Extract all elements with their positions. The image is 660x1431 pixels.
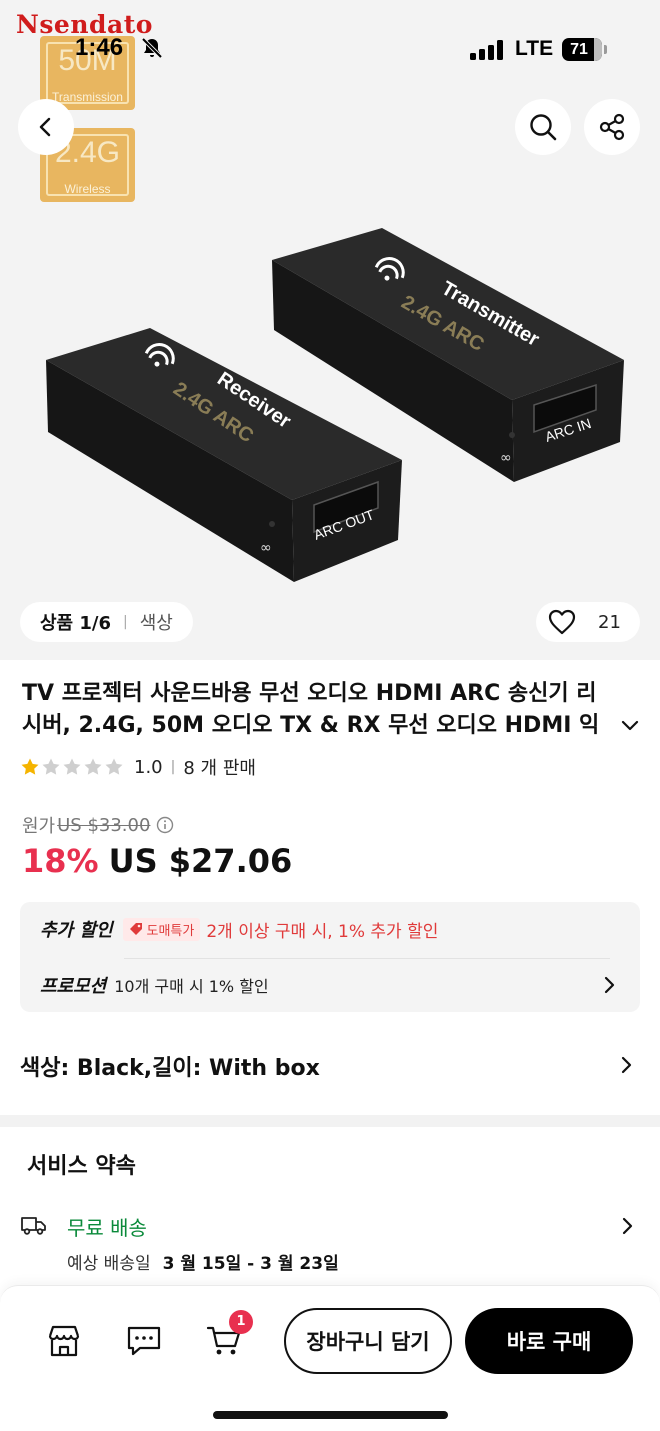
- star-icon: [105, 758, 123, 775]
- variant-chevron[interactable]: [619, 1056, 633, 1078]
- battery-icon: 71: [562, 38, 602, 61]
- chevron-right-icon: [604, 976, 615, 994]
- extra-discount-row: 추가 할인 도매특가 2개 이상 구매 시, 1% 추가 할인: [40, 916, 438, 942]
- wholesale-tag: 도매특가: [122, 917, 201, 941]
- wishlist-button[interactable]: 21: [536, 602, 640, 642]
- svg-text:∞: ∞: [260, 540, 272, 556]
- chevron-down-icon: [621, 720, 639, 731]
- search-icon: [530, 114, 557, 141]
- promo-divider: [124, 958, 610, 959]
- store-button[interactable]: [46, 1324, 82, 1362]
- star-icon: [63, 758, 81, 775]
- add-to-cart-button[interactable]: 장바구니 담기: [284, 1308, 452, 1374]
- free-shipping-label[interactable]: 무료 배송: [67, 1212, 147, 1241]
- info-icon[interactable]: [156, 816, 174, 834]
- home-indicator[interactable]: [213, 1411, 448, 1419]
- delivery-dates: 3 월 15일 - 3 월 23일: [162, 1254, 339, 1274]
- store-icon: [48, 1325, 80, 1357]
- search-button[interactable]: [515, 99, 571, 155]
- battery-cap: [604, 45, 607, 54]
- status-time: 1:46: [75, 34, 124, 61]
- promotion-text: 10개 구매 시 1% 할인: [114, 977, 269, 996]
- rating-value: 1.0: [134, 756, 163, 778]
- truck-icon: [20, 1213, 48, 1241]
- promotion-row[interactable]: 프로모션 10개 구매 시 1% 할인: [40, 972, 269, 998]
- extra-discount-label: 추가 할인: [40, 920, 113, 941]
- original-price-label: 원가: [22, 816, 56, 837]
- original-price-row: 원가 US $33.00: [22, 812, 174, 838]
- expand-title-button[interactable]: [620, 715, 640, 739]
- receiver-device-image: Receiver 2.4G ARC ARC OUT ∞: [46, 328, 402, 582]
- section-divider: [0, 1115, 660, 1127]
- heart-icon: [548, 609, 576, 635]
- star-icon: [84, 758, 102, 775]
- chevron-left-icon: [39, 117, 51, 137]
- rating-row[interactable]: 1.0 | 8 개 판매: [20, 754, 256, 780]
- signal-icon: [470, 40, 504, 64]
- promotion-chevron[interactable]: [602, 976, 616, 998]
- chat-icon: [127, 1326, 161, 1356]
- price-row: 18% US $27.06: [22, 842, 292, 880]
- pill-divider: |: [123, 614, 128, 630]
- cart-count-badge: 1: [229, 1310, 253, 1334]
- star-rating: [20, 757, 124, 777]
- image-counter: 상품 1/6: [40, 613, 112, 634]
- delivery-label: 예상 배송일: [67, 1254, 151, 1274]
- sold-count: 8 개 판매: [183, 758, 256, 779]
- promotion-box[interactable]: 추가 할인 도매특가 2개 이상 구매 시, 1% 추가 할인 프로모션 10개…: [20, 902, 640, 1012]
- image-tab-color[interactable]: 색상: [140, 609, 173, 635]
- share-icon: [599, 113, 625, 141]
- extra-discount-text: 2개 이상 구매 시, 1% 추가 할인: [206, 921, 439, 942]
- battery-level: 71: [570, 41, 588, 58]
- delivery-estimate: 예상 배송일 3 월 15일 - 3 월 23일: [67, 1249, 339, 1274]
- chevron-right-icon: [622, 1217, 633, 1235]
- bell-slash-icon: [140, 36, 164, 64]
- wholesale-tag-label: 도매특가: [146, 923, 195, 939]
- shipping-chevron[interactable]: [620, 1217, 634, 1239]
- product-image-gallery[interactable]: Nsendato 50M Transmission 2.4G Wireless …: [0, 0, 660, 660]
- discount-percent: 18%: [22, 842, 99, 880]
- wishlist-count: 21: [598, 611, 621, 633]
- back-button[interactable]: [18, 99, 74, 155]
- star-icon: [42, 758, 60, 775]
- chat-button[interactable]: [126, 1324, 162, 1362]
- star-icon: [21, 758, 39, 775]
- tag-icon: [129, 923, 142, 935]
- bottom-action-bar: 1 장바구니 담기 바로 구매: [0, 1285, 660, 1431]
- service-title: 서비스 약속: [27, 1154, 136, 1179]
- buy-now-button[interactable]: 바로 구매: [465, 1308, 633, 1374]
- svg-text:∞: ∞: [500, 450, 512, 466]
- chevron-right-icon: [621, 1056, 632, 1074]
- current-price: US $27.06: [108, 842, 293, 880]
- image-counter-pill[interactable]: 상품 1/6 | 색상: [20, 602, 193, 642]
- variant-selector[interactable]: 색상: Black,길이: With box: [20, 1050, 320, 1082]
- share-button[interactable]: [584, 99, 640, 155]
- rating-divider: |: [170, 759, 176, 775]
- product-title: TV 프로젝터 사운드바용 무선 오디오 HDMI ARC 송신기 리시버, 2…: [22, 681, 600, 738]
- badge-wireless-label: Wireless: [64, 182, 111, 196]
- promotion-label: 프로모션: [40, 976, 107, 997]
- network-type: LTE: [515, 37, 554, 60]
- original-price: US $33.00: [57, 814, 151, 836]
